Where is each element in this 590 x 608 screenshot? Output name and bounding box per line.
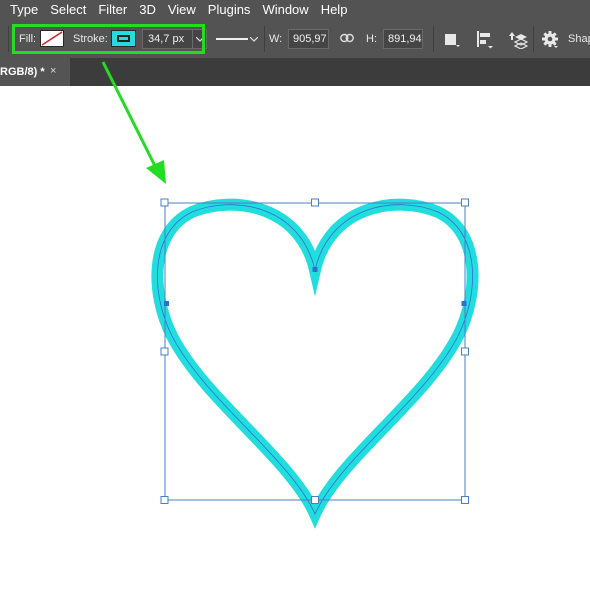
heart-stroke — [151, 198, 479, 529]
handle-bottom-right[interactable] — [461, 496, 469, 504]
canvas-overlay — [101, 61, 479, 529]
handle-top-left[interactable] — [160, 198, 169, 207]
anchor-point[interactable] — [461, 301, 467, 306]
handle-middle-right[interactable] — [461, 347, 469, 356]
anchor-point[interactable] — [164, 301, 169, 306]
heart-shape[interactable] — [151, 198, 479, 529]
annotation-arrow — [101, 61, 166, 184]
handle-bottom-left[interactable] — [160, 496, 169, 504]
handle-top-right[interactable] — [461, 198, 469, 207]
bounding-box — [164, 202, 466, 501]
transform-handles[interactable] — [160, 198, 469, 504]
handle-top-center[interactable] — [311, 198, 319, 207]
anchor-point[interactable] — [312, 267, 318, 272]
handle-bottom-center[interactable] — [311, 496, 319, 504]
handle-middle-left[interactable] — [160, 347, 169, 356]
